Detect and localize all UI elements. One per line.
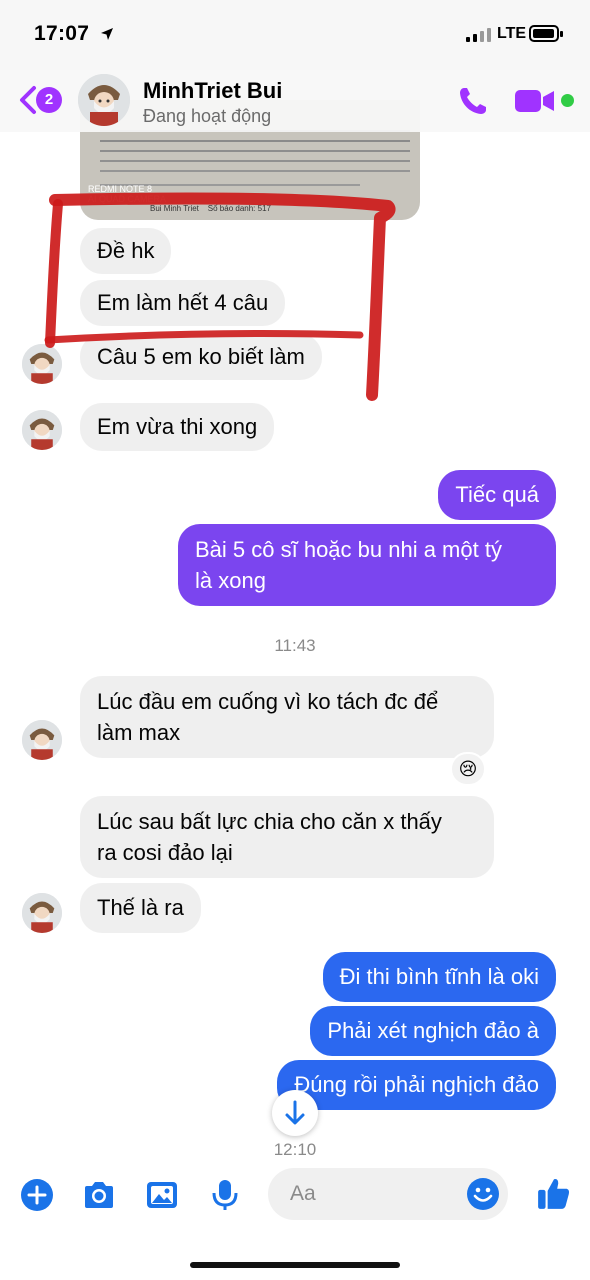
message-input[interactable]: Aa bbox=[268, 1168, 508, 1220]
photo-footer-text: Bui Minh Triet Số báo danh: 517 bbox=[150, 204, 271, 213]
message-bubble-outgoing[interactable]: Đúng rồi phải nghịch đảo bbox=[277, 1060, 556, 1110]
video-camera-icon[interactable] bbox=[514, 87, 556, 115]
smiley-icon[interactable] bbox=[466, 1177, 500, 1211]
message-bubble-outgoing[interactable]: Tiếc quá bbox=[438, 470, 556, 520]
photo-camera-caption: REDMI NOTE 8 AI QUAD CAMERA bbox=[88, 184, 167, 204]
status-bar: 17:07 LTE bbox=[0, 0, 590, 70]
phone-icon[interactable] bbox=[456, 84, 490, 118]
message-bubble-incoming[interactable]: Em vừa thi xong bbox=[80, 403, 275, 451]
contact-avatar-small[interactable] bbox=[22, 893, 62, 933]
scroll-to-bottom-button[interactable] bbox=[272, 1090, 318, 1136]
message-bubble-incoming[interactable]: Câu 5 em ko biết làm bbox=[80, 334, 322, 380]
timestamp: 12:10 bbox=[273, 1140, 317, 1159]
message-bubble-outgoing[interactable]: Phải xét nghịch đảo à bbox=[310, 1006, 556, 1056]
unread-badge[interactable]: 2 bbox=[36, 87, 62, 113]
message-bubble-incoming[interactable]: Em làm hết 4 câu bbox=[80, 280, 286, 326]
thumbs-up-icon[interactable] bbox=[536, 1174, 572, 1212]
message-composer: Aa bbox=[0, 1164, 590, 1226]
signal-icon bbox=[466, 28, 492, 42]
contact-status: Đang hoạt động bbox=[143, 106, 272, 126]
contact-avatar-small[interactable] bbox=[22, 410, 62, 450]
input-placeholder: Aa bbox=[290, 1182, 316, 1205]
arrow-down-icon bbox=[285, 1100, 305, 1125]
message-bubble-incoming[interactable]: Lúc sau bất lực chia cho căn x thấy ra c… bbox=[80, 796, 494, 878]
message-bubble-incoming[interactable]: Đề hk bbox=[80, 228, 172, 274]
status-time: 17:07 bbox=[34, 22, 90, 45]
message-bubble-outgoing[interactable]: Bài 5 cô sĩ hoặc bu nhi a một tý là xong bbox=[178, 524, 556, 606]
active-status-dot bbox=[561, 94, 574, 107]
reaction-badge[interactable]: 😢 bbox=[450, 752, 486, 786]
plus-icon[interactable] bbox=[20, 1178, 54, 1212]
network-label: LTE bbox=[497, 25, 527, 42]
home-indicator[interactable] bbox=[190, 1262, 400, 1268]
camera-icon[interactable] bbox=[82, 1178, 116, 1212]
image-icon[interactable] bbox=[145, 1178, 179, 1212]
message-bubble-outgoing[interactable]: Đi thi bình tĩnh là oki bbox=[322, 952, 556, 1002]
contact-avatar-small[interactable] bbox=[22, 344, 62, 384]
contact-avatar[interactable] bbox=[78, 74, 130, 126]
contact-name[interactable]: MinhTriet Bui bbox=[143, 78, 282, 104]
battery-icon bbox=[529, 25, 563, 42]
microphone-icon[interactable] bbox=[208, 1178, 242, 1212]
message-bubble-incoming[interactable]: Lúc đầu em cuống vì ko tách đc để làm ma… bbox=[80, 676, 494, 758]
message-bubble-incoming[interactable]: Thế là ra bbox=[80, 883, 201, 933]
chat-header: 2 MinhTriet Bui Đang hoạt động bbox=[0, 70, 590, 132]
location-arrow-icon bbox=[101, 28, 113, 40]
timestamp: 11:43 bbox=[274, 636, 316, 655]
contact-avatar-small[interactable] bbox=[22, 720, 62, 760]
